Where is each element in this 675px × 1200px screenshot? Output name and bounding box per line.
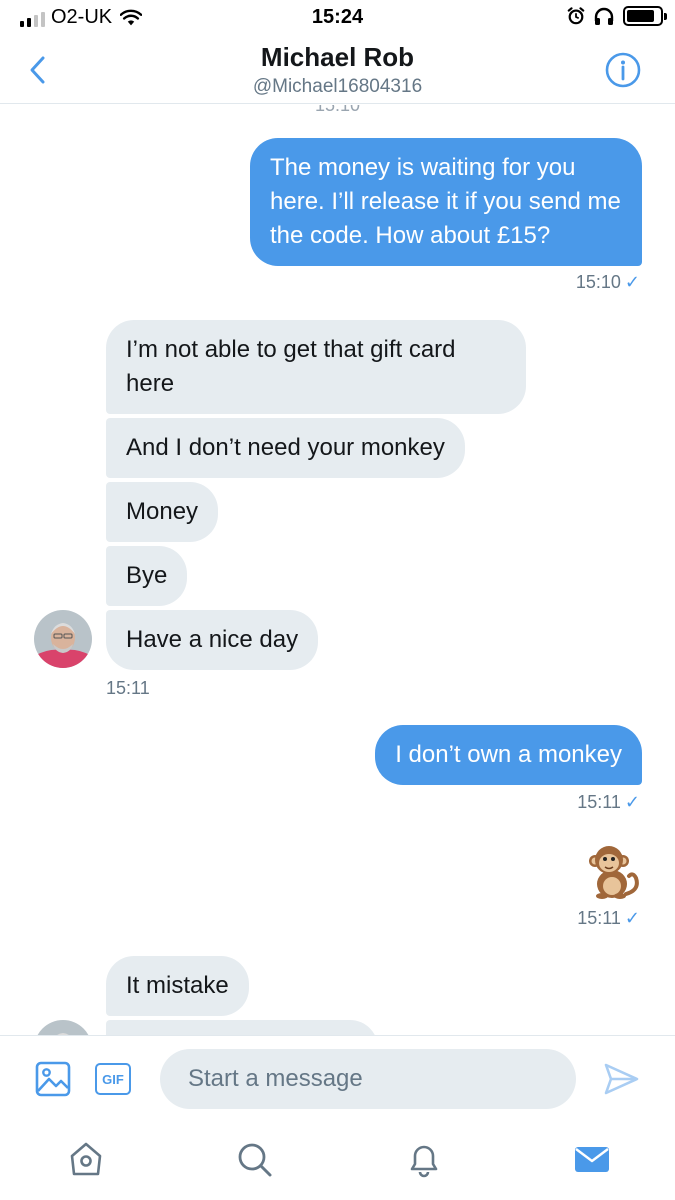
message-bubble-incoming[interactable]: I’m not able to get that gift card here — [106, 320, 526, 414]
status-bar: O2-UK 15:24 — [0, 0, 675, 36]
avatar[interactable] — [34, 1020, 92, 1035]
monkey-emoji-message[interactable] — [582, 842, 640, 900]
bottom-tab-bar — [0, 1125, 675, 1200]
contact-handle[interactable]: @Michael16804316 — [0, 76, 675, 98]
send-icon — [604, 1063, 639, 1095]
message-bubble-outgoing[interactable]: The money is waiting for you here. I’ll … — [250, 138, 642, 266]
read-check-icon: ✓ — [624, 792, 640, 812]
send-button[interactable] — [602, 1060, 640, 1098]
notifications-icon — [410, 1145, 438, 1178]
message-timestamp: 15:11 ✓ — [577, 908, 640, 928]
message-timestamp: 15:10 — [314, 105, 361, 115]
message-bubble-incoming[interactable]: Have a nice day — [106, 610, 319, 670]
conversation-info-button[interactable] — [605, 52, 641, 88]
message-bubble-incoming[interactable]: Bye — [106, 546, 188, 606]
battery-level — [627, 10, 655, 22]
home-icon — [70, 1142, 102, 1176]
message-bubble-incoming-partial[interactable] — [106, 1020, 378, 1035]
message-timestamp: 15:10 ✓ — [575, 272, 640, 292]
message-timestamp: 15:11 — [106, 678, 150, 698]
alarm-icon — [567, 7, 585, 25]
message-thread[interactable]: 15:10 The money is waiting for you here.… — [0, 105, 675, 1035]
contact-name[interactable]: Michael Rob — [0, 42, 675, 73]
status-right — [567, 6, 667, 26]
image-icon — [35, 1061, 71, 1097]
tab-notifications[interactable] — [404, 1139, 444, 1179]
read-check-icon: ✓ — [624, 908, 640, 928]
avatar-image — [34, 610, 92, 668]
message-input[interactable] — [160, 1049, 576, 1109]
message-bubble-incoming[interactable]: Money — [106, 482, 219, 542]
headphones-icon — [594, 7, 614, 25]
tab-home[interactable] — [66, 1139, 106, 1179]
message-timestamp: 15:11 ✓ — [577, 792, 640, 812]
avatar[interactable] — [34, 610, 92, 668]
conversation-header: Michael Rob @Michael16804316 — [0, 36, 675, 104]
tab-messages[interactable] — [572, 1139, 612, 1179]
avatar-image — [34, 1020, 92, 1035]
messages-icon — [575, 1147, 609, 1172]
info-icon — [605, 52, 641, 88]
gif-button[interactable]: GIF — [95, 1063, 131, 1095]
tab-search[interactable] — [234, 1139, 274, 1179]
message-composer: GIF — [0, 1035, 675, 1125]
search-icon — [238, 1143, 272, 1177]
message-bubble-incoming[interactable]: And I don’t need your monkey — [106, 418, 465, 478]
battery-icon — [623, 6, 667, 26]
read-check-icon: ✓ — [624, 272, 640, 292]
message-bubble-outgoing[interactable]: I don’t own a monkey — [375, 725, 642, 785]
message-bubble-incoming[interactable]: It mistake — [106, 956, 249, 1016]
add-photo-button[interactable] — [34, 1060, 72, 1098]
monkey-emoji — [589, 846, 639, 899]
